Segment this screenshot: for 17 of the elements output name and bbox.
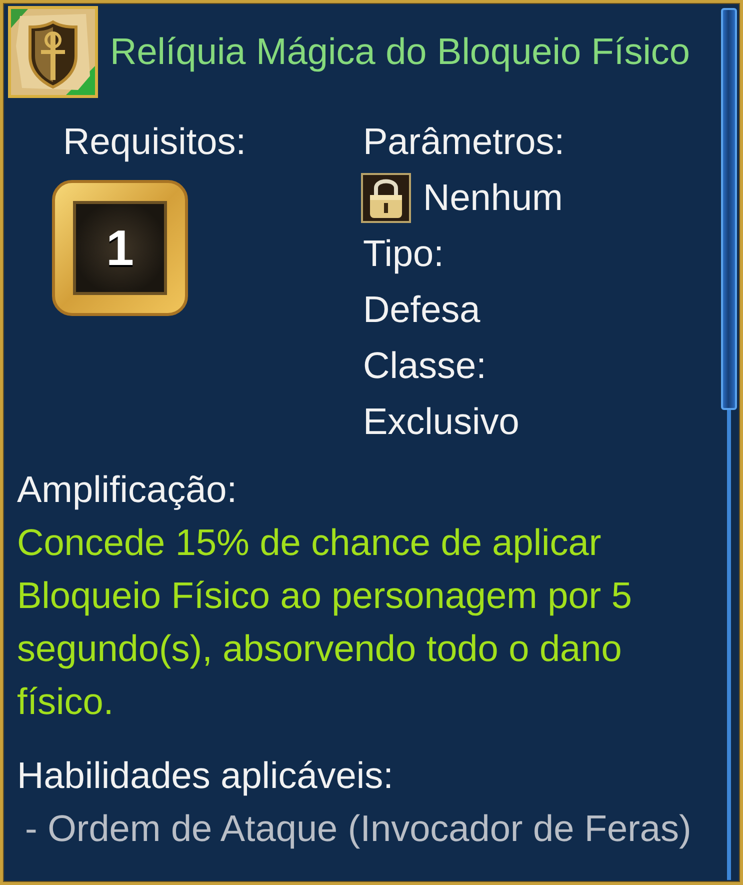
scrollbar-track[interactable]: [727, 410, 731, 880]
skill-item: - Ordem de Ataque (Invocador de Feras): [24, 807, 692, 851]
type-value: Defesa: [363, 288, 480, 332]
amplification-label: Amplificação:: [17, 468, 238, 512]
amplification-description: Concede 15% de chance de aplicar Bloqueio Físico ao personagem por 5 segundo(s), absorvendo todo o dano físico.: [17, 521, 633, 724]
class-label: Classe:: [363, 344, 486, 388]
requirements-label: Requisitos:: [63, 120, 246, 164]
required-level: 1: [52, 180, 188, 316]
type-label: Tipo:: [363, 232, 444, 276]
item-title: Relíquia Mágica do Bloqueio Físico: [110, 30, 690, 72]
parameters-value: Nenhum: [423, 176, 563, 220]
class-value: Exclusivo: [363, 400, 520, 444]
shield-icon: [8, 6, 98, 98]
skills-label: Habilidades aplicáveis:: [17, 754, 394, 798]
padlock-icon: [361, 173, 411, 223]
scrollbar-thumb[interactable]: [721, 8, 737, 410]
parameters-label: Parâmetros:: [363, 120, 565, 164]
